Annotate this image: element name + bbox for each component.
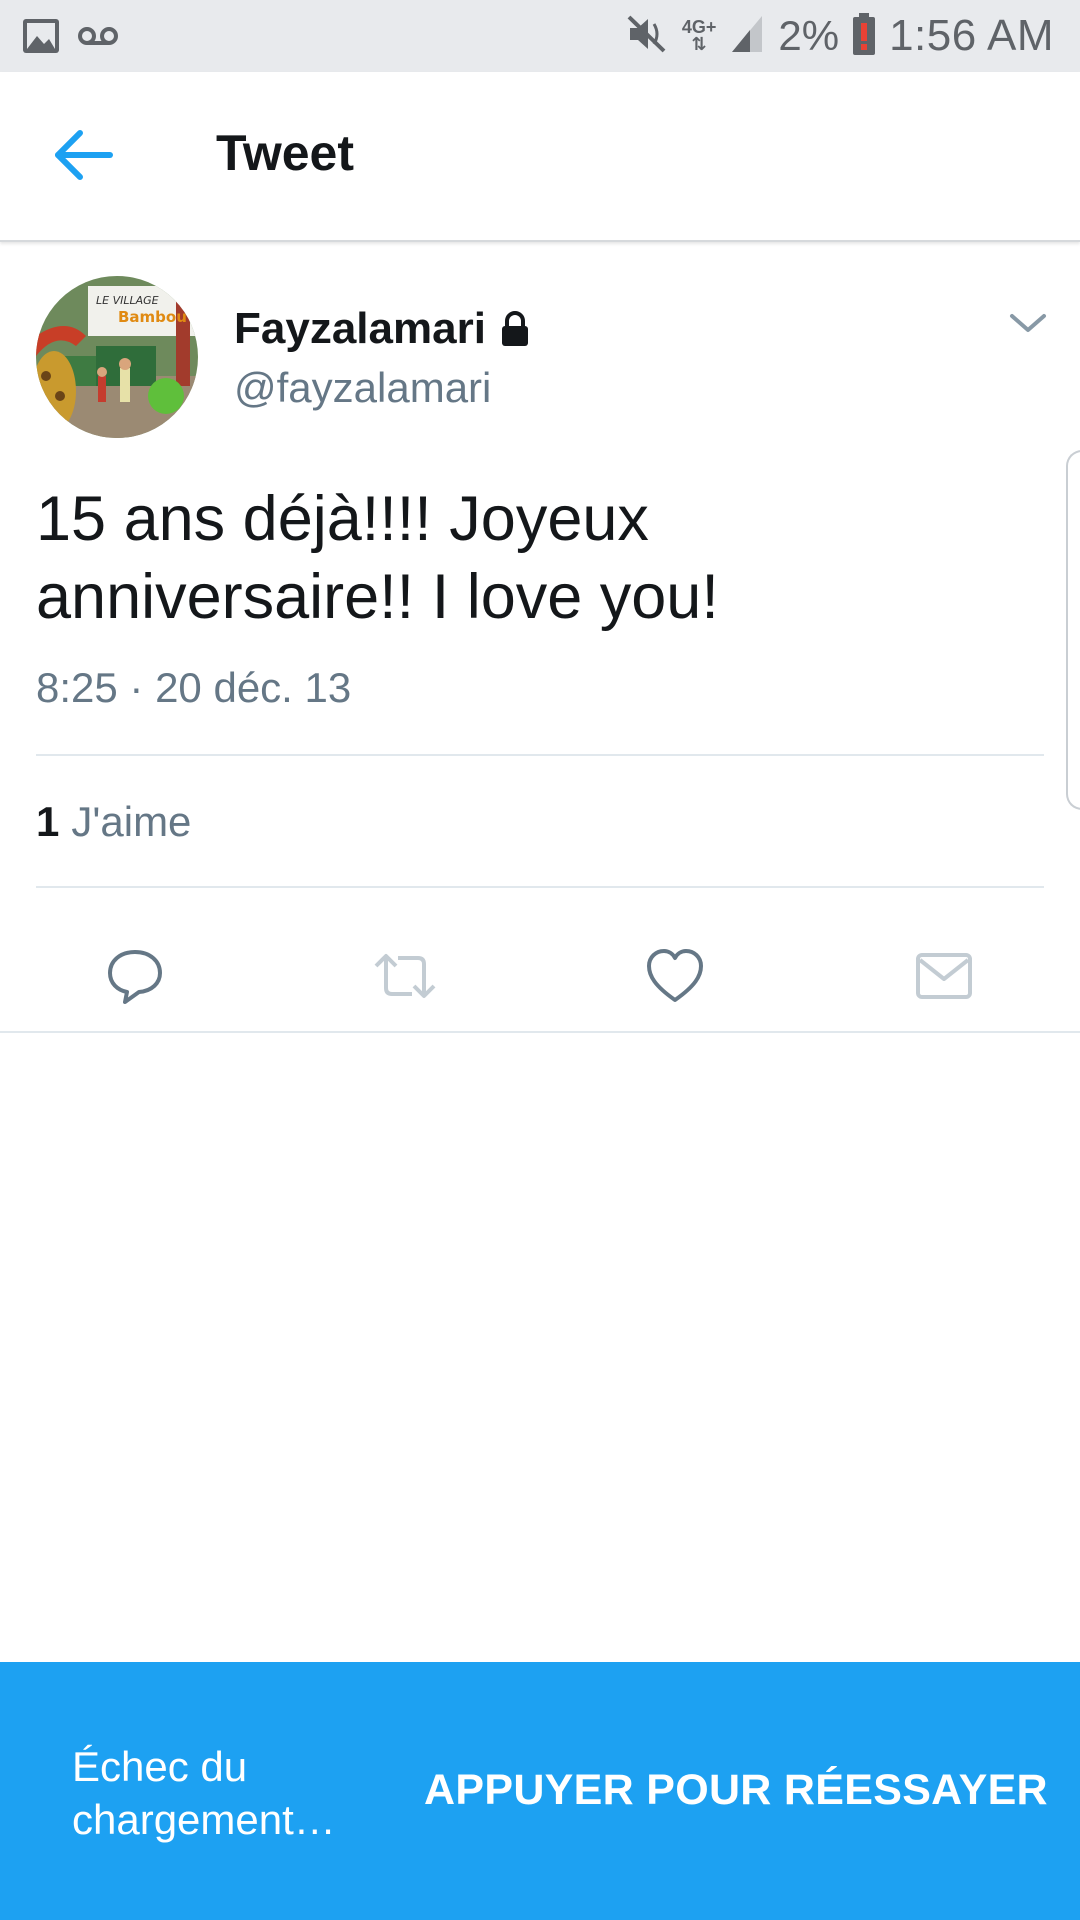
voicemail-icon bbox=[78, 24, 118, 53]
reply-icon bbox=[108, 950, 162, 1004]
status-bar-left bbox=[22, 18, 118, 59]
divider bbox=[0, 1031, 1080, 1033]
chevron-down-icon bbox=[1010, 314, 1046, 332]
arrow-left-icon bbox=[55, 130, 113, 180]
divider bbox=[36, 886, 1044, 888]
mute-icon bbox=[626, 14, 668, 59]
direct-message-button[interactable] bbox=[914, 946, 974, 1006]
status-bar: 4G+ ⇅ 2% 1:56 AM bbox=[0, 0, 1080, 72]
avatar-sign-text-top: LE VILLAGE bbox=[96, 294, 159, 307]
status-bar-right: 4G+ ⇅ 2% 1:56 AM bbox=[626, 10, 1054, 62]
reply-button[interactable] bbox=[105, 946, 165, 1006]
display-name[interactable]: Fayzalamari bbox=[234, 304, 530, 354]
retweet-icon bbox=[374, 954, 436, 998]
likes-summary[interactable]: 1 J'aime bbox=[36, 798, 191, 846]
error-snackbar: Échec du chargement… APPUYER POUR RÉESSA… bbox=[0, 1662, 1080, 1920]
gallery-icon bbox=[22, 18, 60, 59]
tweet-menu-button[interactable] bbox=[1008, 308, 1048, 338]
battery-percent: 2% bbox=[778, 12, 840, 59]
display-name-text: Fayzalamari bbox=[234, 304, 486, 353]
network-type-label: 4G+ bbox=[681, 17, 717, 37]
network-type: 4G+ ⇅ bbox=[681, 17, 717, 54]
tweet-text-line: 15 ans déjà!!!! Joyeux bbox=[36, 484, 649, 554]
retweet-button[interactable] bbox=[372, 946, 438, 1006]
back-button[interactable] bbox=[52, 127, 116, 183]
lock-icon bbox=[501, 311, 528, 346]
likes-count: 1 bbox=[36, 798, 60, 845]
user-handle[interactable]: @fayzalamari bbox=[234, 364, 491, 412]
battery-low-icon bbox=[853, 12, 876, 60]
like-button[interactable] bbox=[645, 946, 705, 1006]
snackbar-message: Échec du chargement… bbox=[72, 1743, 336, 1843]
mail-icon bbox=[916, 953, 972, 999]
tweet-text-line: anniversaire!! I love you! bbox=[36, 562, 719, 632]
divider bbox=[36, 754, 1044, 756]
retry-button[interactable]: APPUYER POUR RÉESSAYER bbox=[424, 1766, 1048, 1815]
tweet-actions bbox=[0, 902, 1080, 1032]
likes-label: J'aime bbox=[71, 798, 192, 845]
tweet-timestamp: 8:25 · 20 déc. 13 bbox=[36, 664, 352, 711]
scroll-handle[interactable] bbox=[1066, 450, 1080, 810]
heart-icon bbox=[647, 949, 703, 1002]
avatar-sign-text-bottom: Bambou bbox=[118, 308, 187, 326]
avatar[interactable]: LE VILLAGE Bambou bbox=[36, 276, 198, 438]
page-title: Tweet bbox=[216, 125, 354, 181]
tweet-text: 15 ans déjà!!!! Joyeux anniversaire!! I … bbox=[36, 480, 1036, 636]
clock: 1:56 AM bbox=[889, 11, 1054, 60]
signal-icon bbox=[730, 14, 764, 59]
app-bar: Tweet bbox=[0, 72, 1080, 242]
